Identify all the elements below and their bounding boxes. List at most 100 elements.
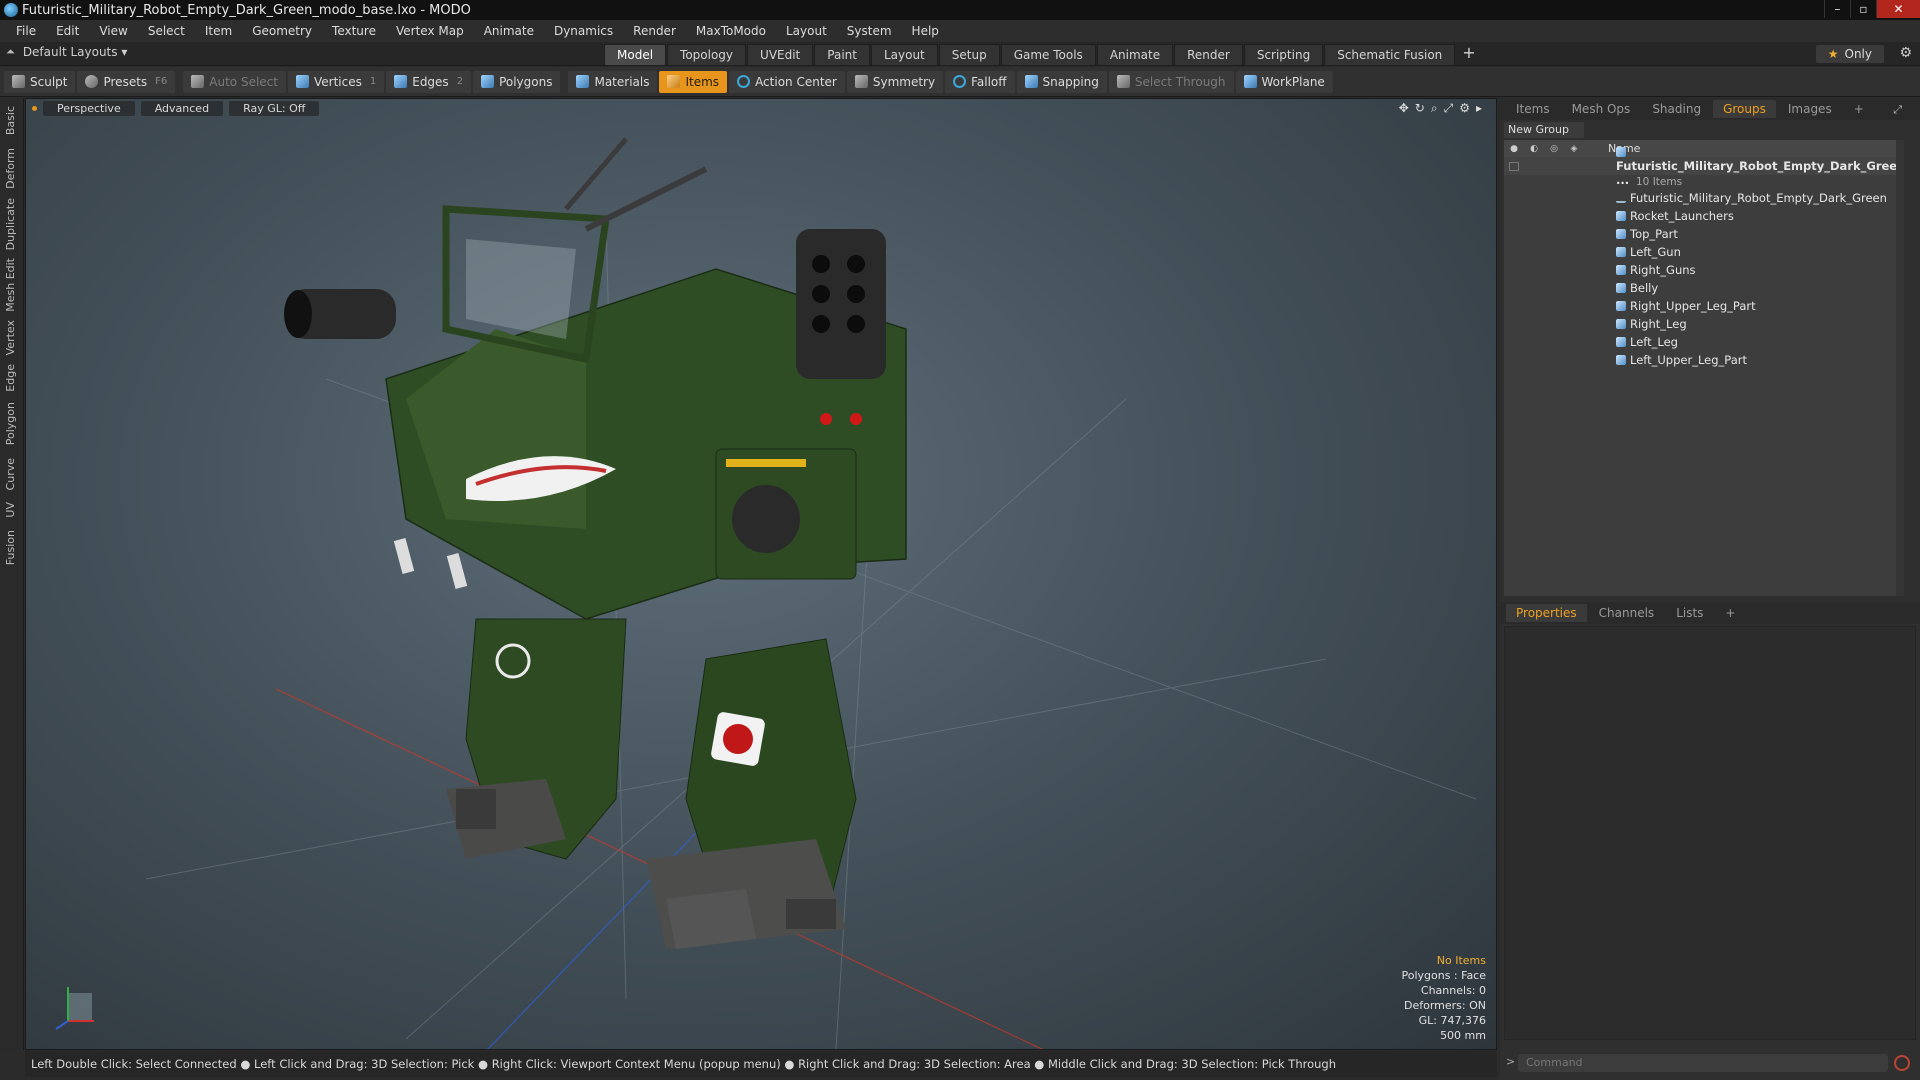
tab-groups[interactable]: Groups: [1713, 100, 1776, 118]
select-column-icon[interactable]: ◈: [1564, 144, 1584, 154]
close-button[interactable]: ✕: [1876, 0, 1920, 18]
tab-model[interactable]: Model: [604, 44, 667, 66]
symmetry-button[interactable]: Symmetry: [846, 70, 944, 93]
left-tab-duplicate[interactable]: Duplicate: [4, 198, 17, 250]
left-tab-edge[interactable]: Edge: [4, 364, 17, 392]
list-item[interactable]: Right_Guns: [1504, 261, 1904, 279]
tree-root-item[interactable]: Futuristic_Military_Robot_Empty_Dark_Gre…: [1504, 147, 1904, 187]
vertices-icon: [295, 75, 309, 88]
list-item[interactable]: Left_Leg: [1504, 333, 1904, 351]
list-item[interactable]: Right_Upper_Leg_Part: [1504, 297, 1904, 315]
menu-layout[interactable]: Layout: [776, 24, 837, 38]
item-label: Rocket_Launchers: [1630, 209, 1734, 223]
tab-mesh-ops[interactable]: Mesh Ops: [1562, 100, 1641, 118]
items-button[interactable]: Items: [659, 70, 728, 93]
menu-select[interactable]: Select: [138, 24, 195, 38]
default-layouts-dropdown[interactable]: Default Layouts ▾: [23, 45, 128, 59]
menu-view[interactable]: View: [89, 24, 137, 38]
menu-vertex-map[interactable]: Vertex Map: [386, 24, 474, 38]
action-center-button[interactable]: Action Center: [729, 70, 845, 93]
command-input[interactable]: [1518, 1054, 1888, 1072]
robot-model[interactable]: [284, 137, 907, 949]
list-item[interactable]: Belly: [1504, 279, 1904, 297]
list-item[interactable]: Top_Part: [1504, 225, 1904, 243]
tab-scripting[interactable]: Scripting: [1243, 44, 1324, 66]
polygons-button[interactable]: Polygons: [473, 70, 561, 93]
menu-item[interactable]: Item: [195, 24, 242, 38]
add-props-tab-icon[interactable]: +: [1715, 604, 1745, 622]
tab-topology[interactable]: Topology: [667, 44, 747, 66]
visibility-toggle[interactable]: [1509, 161, 1519, 171]
item-label: Belly: [1630, 281, 1659, 295]
list-item[interactable]: Right_Leg: [1504, 315, 1904, 333]
menu-texture[interactable]: Texture: [322, 24, 386, 38]
tab-properties[interactable]: Properties: [1506, 604, 1587, 622]
layout-selector[interactable]: ⏶ Default Layouts ▾: [6, 45, 127, 59]
list-item[interactable]: Futuristic_Military_Robot_Empty_Dark_Gre…: [1504, 189, 1904, 207]
select-through-button[interactable]: Select Through: [1108, 70, 1234, 93]
tab-uvedit[interactable]: UVEdit: [747, 44, 814, 66]
tab-setup[interactable]: Setup: [938, 44, 1000, 66]
tree-root-count: 10 Items: [1504, 175, 1904, 189]
lock-column-icon[interactable]: ◎: [1544, 144, 1564, 154]
menu-geometry[interactable]: Geometry: [242, 24, 322, 38]
falloff-button[interactable]: Falloff: [945, 70, 1015, 93]
items-label: Items: [685, 74, 720, 89]
left-tab-vertex[interactable]: Vertex: [4, 320, 17, 355]
only-button[interactable]: ★ Only: [1815, 45, 1884, 63]
vertices-button[interactable]: Vertices 1: [287, 70, 385, 93]
layout-up-icon[interactable]: ⏶: [6, 45, 15, 59]
tab-lists[interactable]: Lists: [1666, 604, 1713, 622]
command-history-icon[interactable]: >: [1506, 1055, 1515, 1068]
menu-help[interactable]: Help: [902, 24, 949, 38]
presets-button[interactable]: Presets F6: [77, 70, 176, 93]
sculpt-icon: [12, 75, 25, 88]
menu-maxtomodo[interactable]: MaxToModo: [686, 24, 776, 38]
new-group-button[interactable]: New Group: [1504, 122, 1584, 138]
tab-channels[interactable]: Channels: [1589, 604, 1665, 622]
gear-icon[interactable]: ⚙: [1899, 45, 1912, 61]
snapping-button[interactable]: Snapping: [1016, 70, 1107, 93]
left-tab-polygon[interactable]: Polygon: [4, 402, 17, 445]
tab-images[interactable]: Images: [1778, 100, 1842, 118]
left-tab-curve[interactable]: Curve: [4, 458, 17, 490]
auto-select-button[interactable]: Auto Select: [183, 70, 286, 93]
left-tab-fusion[interactable]: Fusion: [4, 530, 17, 565]
workplane-button[interactable]: WorkPlane: [1235, 70, 1333, 93]
menu-render[interactable]: Render: [623, 24, 686, 38]
visibility-column-icon[interactable]: ●: [1504, 144, 1524, 154]
tab-layout[interactable]: Layout: [870, 44, 938, 66]
tab-paint[interactable]: Paint: [814, 44, 870, 66]
list-item[interactable]: Left_Upper_Leg_Part: [1504, 351, 1904, 369]
left-tab-mesh-edit[interactable]: Mesh Edit: [4, 258, 17, 312]
command-record-icon[interactable]: [1894, 1055, 1910, 1071]
left-tab-basic[interactable]: Basic: [4, 106, 17, 135]
3d-viewport[interactable]: Perspective Advanced Ray GL: Off ✥ ↻ ⌕ ⤢…: [25, 98, 1497, 1050]
list-item[interactable]: Rocket_Launchers: [1504, 207, 1904, 225]
menu-dynamics[interactable]: Dynamics: [544, 24, 623, 38]
tab-animate[interactable]: Animate: [1096, 44, 1174, 66]
edges-button[interactable]: Edges 2: [386, 70, 472, 93]
menu-file[interactable]: File: [6, 24, 46, 38]
tab-schematic-fusion[interactable]: Schematic Fusion: [1324, 44, 1456, 66]
menu-system[interactable]: System: [837, 24, 902, 38]
tree-scrollbar[interactable]: [1896, 140, 1904, 596]
tab-items[interactable]: Items: [1506, 100, 1560, 118]
panel-expand-icon[interactable]: ⤢: [1883, 101, 1912, 119]
left-tab-uv[interactable]: UV: [4, 502, 17, 518]
menu-animate[interactable]: Animate: [474, 24, 544, 38]
list-item[interactable]: Left_Gun: [1504, 243, 1904, 261]
menu-edit[interactable]: Edit: [46, 24, 89, 38]
render-column-icon[interactable]: ◐: [1524, 144, 1544, 154]
sculpt-button[interactable]: Sculpt: [4, 70, 76, 93]
tab-game-tools[interactable]: Game Tools: [1000, 44, 1096, 66]
left-tab-deform[interactable]: Deform: [4, 148, 17, 189]
status-bar: Left Double Click: Select Connected ● Le…: [25, 1051, 1497, 1077]
minimize-button[interactable]: –: [1824, 0, 1850, 18]
add-panel-tab-icon[interactable]: +: [1844, 100, 1874, 118]
tab-shading[interactable]: Shading: [1642, 100, 1711, 118]
maximize-button[interactable]: ▫: [1850, 0, 1876, 18]
materials-button[interactable]: Materials: [568, 70, 658, 93]
tab-render[interactable]: Render: [1174, 44, 1243, 66]
add-tab-button[interactable]: +: [1456, 44, 1481, 66]
